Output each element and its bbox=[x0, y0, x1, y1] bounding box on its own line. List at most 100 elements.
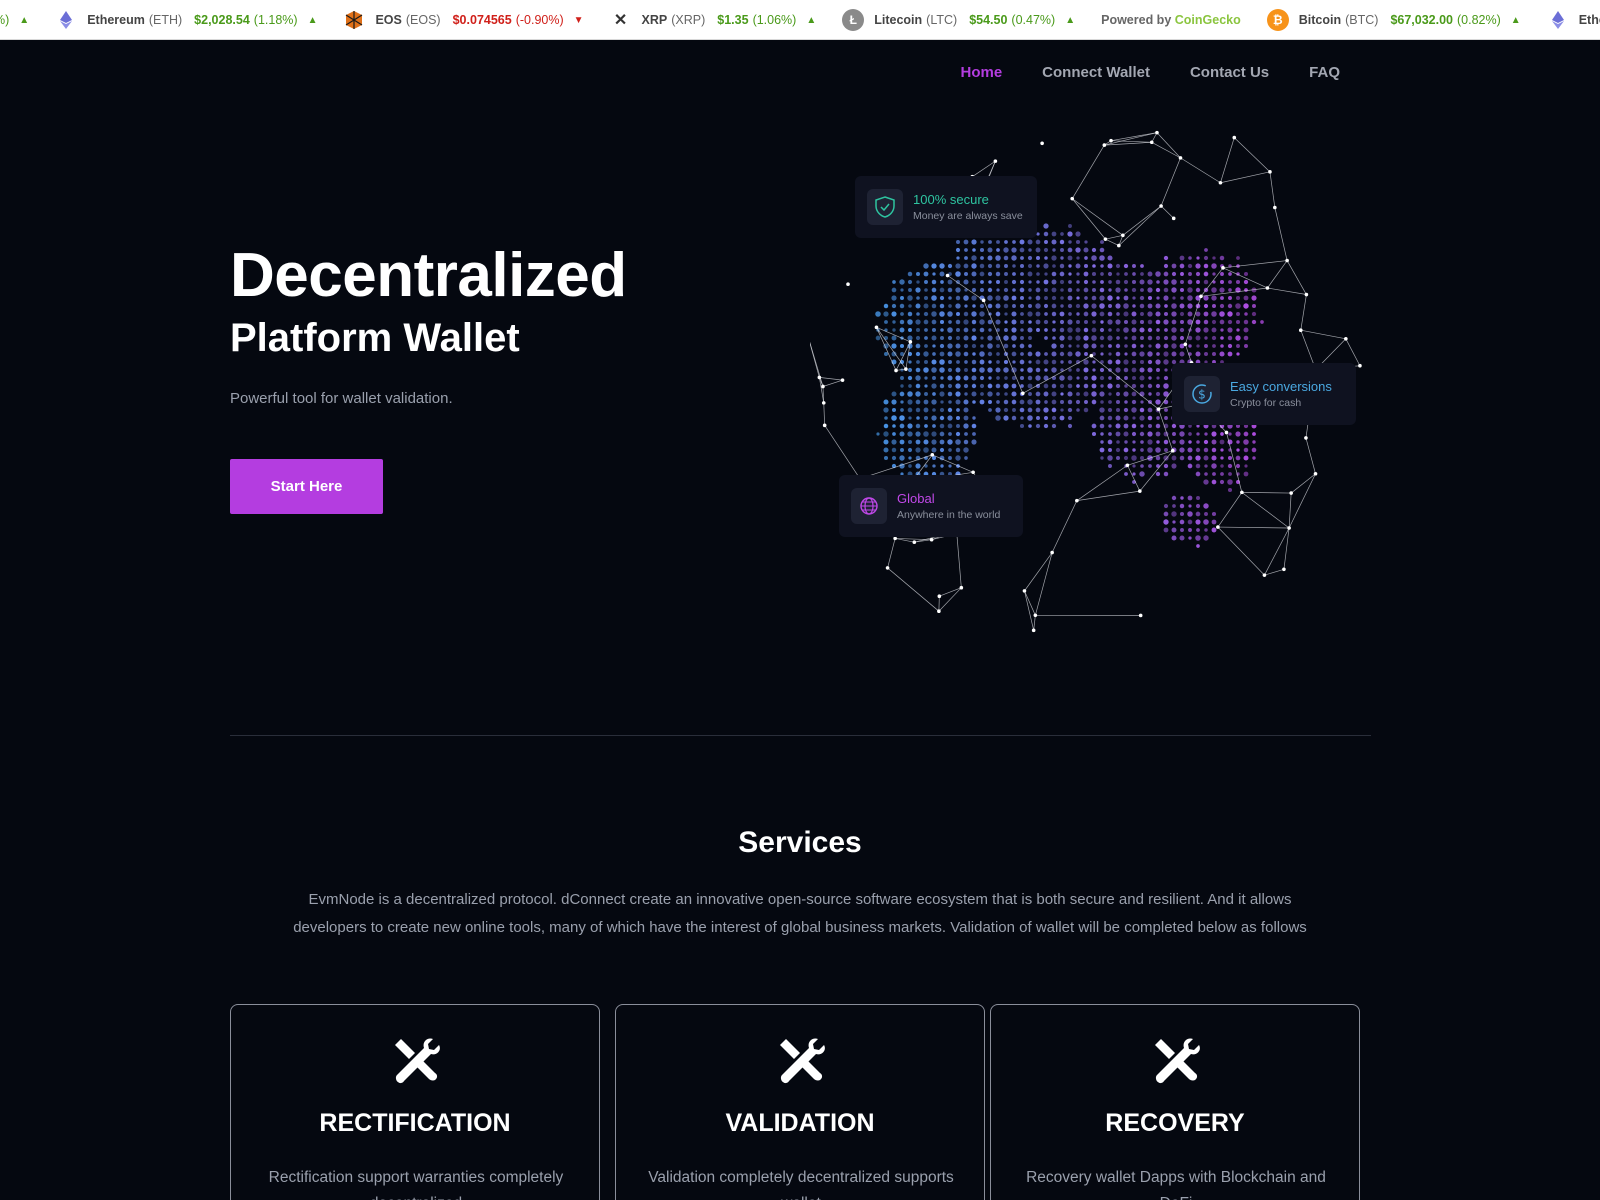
arrow-up-icon: ▲ bbox=[19, 14, 30, 26]
globe-dot bbox=[955, 399, 961, 405]
globe-dot bbox=[955, 319, 961, 325]
globe-dot bbox=[971, 319, 977, 325]
globe-dot bbox=[1243, 455, 1249, 461]
globe-dot bbox=[939, 343, 945, 349]
globe-dot bbox=[1108, 400, 1112, 404]
start-here-button[interactable]: Start Here bbox=[230, 459, 383, 514]
globe-dot bbox=[1100, 344, 1104, 348]
nav-home[interactable]: Home bbox=[960, 64, 1002, 81]
nav-connect-wallet[interactable]: Connect Wallet bbox=[1042, 64, 1150, 81]
globe-dot bbox=[1059, 239, 1065, 245]
globe-dot bbox=[1084, 240, 1088, 244]
powered-by-coingecko[interactable]: Powered by CoinGecko bbox=[1101, 13, 1241, 27]
globe-dot bbox=[931, 431, 937, 437]
globe-dot bbox=[908, 416, 912, 420]
globe-dot bbox=[1131, 351, 1137, 357]
globe-dot bbox=[1004, 392, 1008, 396]
globe-dot bbox=[1060, 248, 1064, 252]
globe-dot bbox=[1027, 415, 1033, 421]
mesh-line bbox=[1234, 137, 1271, 173]
mesh-line bbox=[1222, 267, 1268, 289]
globe-dot bbox=[971, 295, 977, 301]
globe-dot bbox=[891, 391, 897, 397]
globe-dot bbox=[891, 343, 897, 349]
service-card-validation[interactable]: VALIDATION Validation completely decentr… bbox=[615, 1004, 985, 1200]
globe-dot bbox=[1011, 279, 1017, 285]
globe-dot bbox=[1204, 528, 1208, 532]
ticker-item-ethereum[interactable]: Ethereum (ETH) $2,028.54 (1.18%) ▲ bbox=[55, 9, 317, 31]
globe-dot bbox=[1051, 407, 1057, 413]
service-card-rectification[interactable]: RECTIFICATION Rectification support warr… bbox=[230, 1004, 600, 1200]
badge-conversions-sub: Crypto for cash bbox=[1230, 397, 1302, 409]
globe-dot bbox=[956, 240, 960, 244]
globe-dot bbox=[1195, 463, 1201, 469]
globe-dot bbox=[1043, 263, 1049, 269]
globe-dot bbox=[1099, 247, 1105, 253]
globe-dot bbox=[908, 456, 912, 460]
globe-dot bbox=[1091, 295, 1097, 301]
globe-dot bbox=[1012, 344, 1016, 348]
globe-dot bbox=[955, 391, 961, 397]
globe-dot bbox=[1027, 263, 1033, 269]
globe-dot bbox=[987, 391, 993, 397]
ticker-item-litecoin[interactable]: Ł Litecoin (LTC) $54.50 (0.47%) ▲ bbox=[842, 9, 1075, 31]
globe-dot bbox=[1203, 535, 1209, 541]
globe-dot bbox=[1211, 455, 1217, 461]
globe-dot bbox=[955, 287, 961, 293]
globe-dot bbox=[1099, 335, 1105, 341]
ticker-item-xrp[interactable]: ✕ XRP (XRP) $1.35 (1.06%) ▲ bbox=[609, 9, 816, 31]
ticker-item-ethereum-partial[interactable]: Ethere bbox=[1546, 9, 1600, 31]
globe-dot bbox=[1227, 479, 1233, 485]
nav-faq[interactable]: FAQ bbox=[1309, 64, 1340, 81]
globe-dot bbox=[916, 416, 920, 420]
coingecko-link[interactable]: CoinGecko bbox=[1175, 13, 1241, 27]
globe-dot bbox=[1171, 263, 1177, 269]
globe-dot bbox=[1003, 343, 1009, 349]
ticker-item-bitcoin[interactable]: ₿ Bitcoin (BTC) $67,032.00 (0.82%) ▲ bbox=[1266, 9, 1521, 31]
card-title: RECOVERY bbox=[1105, 1109, 1245, 1137]
globe-dot bbox=[995, 415, 1001, 421]
globe-dot bbox=[1195, 327, 1201, 333]
mesh-line bbox=[1151, 141, 1181, 159]
globe-dot bbox=[1220, 432, 1224, 436]
globe-dot bbox=[1204, 464, 1208, 468]
globe-dot bbox=[915, 319, 921, 325]
globe-dot bbox=[1227, 487, 1233, 493]
globe-dot bbox=[1044, 400, 1048, 404]
mesh-line bbox=[1160, 157, 1181, 207]
mesh-node bbox=[1178, 156, 1183, 160]
mesh-node bbox=[1183, 342, 1188, 347]
ticker-item-eos[interactable]: EOS (EOS) $0.074565 (-0.90%) ▼ bbox=[343, 9, 584, 31]
globe-dot bbox=[1123, 263, 1129, 269]
service-card-recovery[interactable]: RECOVERY Recovery wallet Dapps with Bloc… bbox=[990, 1004, 1360, 1200]
nav-contact-us[interactable]: Contact Us bbox=[1190, 64, 1269, 81]
globe-dot bbox=[1140, 400, 1144, 404]
globe-dot bbox=[1107, 455, 1113, 461]
globe-dot bbox=[899, 415, 905, 421]
globe-dot bbox=[1243, 295, 1249, 301]
globe-dot bbox=[1172, 504, 1176, 508]
globe-dot bbox=[1099, 375, 1105, 381]
globe-dot bbox=[1179, 511, 1185, 517]
mesh-node bbox=[1262, 573, 1267, 577]
card-text: Rectification support warranties complet… bbox=[268, 1169, 564, 1200]
globe-dot bbox=[948, 296, 952, 300]
globe-dot bbox=[987, 263, 993, 269]
mesh-node bbox=[846, 282, 850, 287]
mesh-node bbox=[821, 384, 825, 389]
globe-dot bbox=[1155, 455, 1161, 461]
globe-dot bbox=[1035, 375, 1041, 381]
globe-dot bbox=[1115, 391, 1121, 397]
globe-dot bbox=[1019, 239, 1025, 245]
globe-dot bbox=[1107, 407, 1113, 413]
globe-dot bbox=[1076, 392, 1080, 396]
globe-dot bbox=[995, 367, 1001, 373]
globe-dot bbox=[1003, 359, 1009, 365]
globe-dot bbox=[964, 304, 968, 308]
globe-dot bbox=[1043, 247, 1049, 253]
ticker-item-partial[interactable]: %) ▲ bbox=[0, 13, 29, 27]
globe-icon bbox=[851, 488, 887, 524]
globe-dot bbox=[1195, 519, 1201, 525]
globe-dot bbox=[1107, 359, 1113, 365]
globe-dot bbox=[1123, 391, 1129, 397]
